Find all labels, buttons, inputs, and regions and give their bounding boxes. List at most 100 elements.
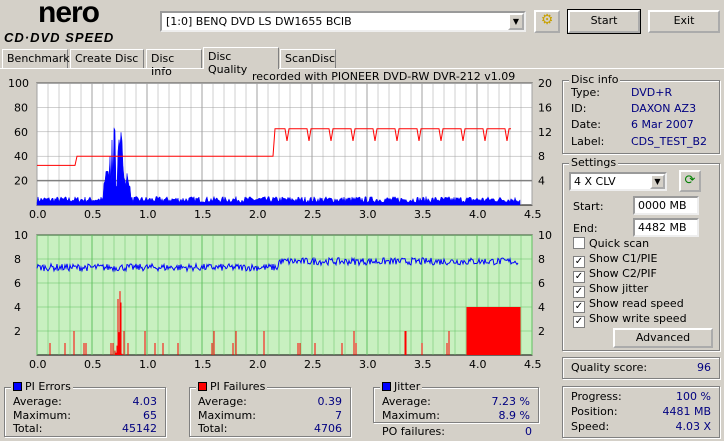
x-tick-label: 4.0 (469, 208, 487, 221)
tab-benchmark[interactable]: Benchmark (2, 49, 70, 68)
plot-area (36, 234, 533, 356)
quality-score-label: Quality score: (571, 361, 648, 374)
show-jitter-checkbox[interactable]: ✓ Show jitter (573, 282, 648, 298)
x-tick-label: 2.0 (249, 208, 267, 221)
y-tick-label: 6 (14, 277, 21, 290)
x-tick-label: 1.0 (139, 208, 157, 221)
cd-dvd-speed-logo: CD·DVD SPEED (4, 30, 115, 45)
x-tick-label: 2.0 (249, 358, 267, 370)
y-tick-label: 40 (14, 150, 28, 163)
y-tick-label: 2 (14, 325, 21, 338)
quick-scan-checkbox[interactable]: Quick scan (573, 237, 649, 250)
exit-button[interactable]: Exit (648, 10, 720, 33)
date-label: Date: (571, 118, 601, 131)
speed-select[interactable]: 4 X CLV ▼ (569, 172, 667, 191)
tab-disc-info[interactable]: Disc Info (146, 49, 202, 78)
type-label: Type: (571, 86, 600, 99)
tab-disc-quality[interactable]: Disc Quality (203, 47, 279, 76)
label-label: Label: (571, 135, 605, 148)
pi-failures-jitter-chart: 0.0 0.5 1.0 1.5 2.0 2.5 3.0 3.5 4.0 4.5 10 8 6 4 2 10 8 6… (14, 229, 552, 370)
settings-group: Settings 4 X CLV ▼ ⟳ Start: 0000 MB End: … (562, 156, 720, 351)
avg-value: 7.23 % (491, 395, 530, 408)
x-tick-label: 2.5 (304, 358, 322, 370)
checkbox-label: Show write speed (589, 312, 687, 325)
x-tick-label: 4.5 (524, 208, 542, 221)
x-tick-label: 1.5 (194, 358, 212, 370)
start-button[interactable]: Start (567, 9, 641, 34)
pi-errors-color-icon (13, 382, 22, 391)
max-label: Maximum: (198, 409, 256, 422)
drive-value: [1:0] BENQ DVD LS DW1655 BCIB (166, 15, 352, 28)
pi-failures-title: PI Failures (210, 380, 266, 393)
x-tick-label: 0.0 (29, 208, 47, 221)
checkbox-label: Quick scan (589, 237, 650, 250)
po-failures-value: 0 (525, 425, 532, 438)
jitter-color-icon (382, 382, 391, 391)
tab-scandisc[interactable]: ScanDisc (280, 49, 336, 68)
y2-tick-label: 8 (538, 150, 545, 163)
tab-create-disc[interactable]: Create Disc (70, 49, 144, 68)
x-tick-label: 4.5 (524, 358, 542, 370)
x-tick-label: 3.0 (359, 208, 377, 221)
y2-tick-label: 20 (538, 77, 552, 90)
gear-icon: ⚙ (540, 12, 554, 28)
checkbox-label: Show read speed (589, 297, 684, 310)
x-tick-label: 3.5 (414, 358, 432, 370)
tab-panel-border (0, 68, 724, 69)
chart-title: recorded with PIONEER DVD-RW DVR-212 v1.… (252, 70, 515, 83)
chevron-down-icon[interactable]: ▼ (508, 13, 524, 30)
max-value: 7 (335, 409, 342, 422)
disc-label-row: Label: CDS_TEST_B2 (571, 135, 711, 148)
end-label: End: (573, 222, 598, 235)
y-tick-label: 10 (14, 229, 28, 242)
progress-box: Progress: 100 % Position: 4481 MB Speed: 4.… (562, 386, 720, 438)
y2-tick-label: 4 (538, 175, 545, 188)
pi-failures-group: PI Failures Average: 0.39 Maximum: 7 Total… (189, 380, 351, 437)
refresh-button[interactable]: ⟳ (679, 170, 701, 192)
disc-date-row: Date: 6 Mar 2007 (571, 118, 711, 131)
end-input[interactable]: 4482 MB (633, 218, 699, 237)
progress-value: 100 % (676, 390, 711, 403)
show-write-speed-checkbox[interactable]: ✓ Show write speed (573, 312, 687, 328)
y-tick-label: 60 (14, 126, 28, 139)
avg-label: Average: (382, 395, 431, 408)
max-label: Maximum: (382, 409, 440, 422)
advanced-button[interactable]: Advanced (613, 328, 713, 348)
show-read-speed-checkbox[interactable]: ✓ Show read speed (573, 297, 684, 313)
jitter-title: Jitter (394, 380, 421, 393)
y2-tick-label: 2 (538, 325, 545, 338)
position-label: Position: (571, 405, 618, 418)
date-value: 6 Mar 2007 (631, 118, 694, 131)
y2-tick-label: 10 (538, 229, 552, 242)
x-tick-label: 0.5 (84, 358, 102, 370)
max-value: 8.9 % (498, 409, 530, 422)
id-value: DAXON AZ3 (631, 102, 697, 115)
x-tick-label: 0.0 (29, 358, 47, 370)
y2-tick-label: 4 (538, 301, 545, 314)
chevron-down-icon[interactable]: ▼ (650, 174, 665, 189)
max-value: 65 (143, 409, 157, 422)
type-value: DVD+R (631, 86, 673, 99)
settings-title: Settings (569, 156, 619, 169)
total-label: Total: (13, 422, 43, 435)
x-tick-label: 2.5 (304, 208, 322, 221)
avg-label: Average: (198, 395, 247, 408)
charts: recorded with PIONEER DVD-RW DVR-212 v1.… (8, 70, 552, 370)
x-tick-label: 3.0 (359, 358, 377, 370)
position-value: 4481 MB (662, 405, 711, 418)
show-c1-pie-checkbox[interactable]: ✓ Show C1/PIE (573, 252, 657, 268)
start-input[interactable]: 0000 MB (633, 196, 699, 215)
total-value: 4706 (314, 422, 342, 435)
x-tick-label: 3.5 (414, 208, 432, 221)
avg-value: 4.03 (132, 395, 158, 408)
show-c2-pif-checkbox[interactable]: ✓ Show C2/PIF (573, 267, 657, 283)
checkmark-icon: ✓ (573, 316, 585, 328)
x-tick-label: 0.5 (84, 208, 102, 221)
jitter-group: Jitter Average: 7.23 % Maximum: 8.9 % (373, 380, 539, 423)
y-tick-label: 4 (14, 301, 21, 314)
checkbox-label: Show jitter (589, 282, 649, 295)
drive-settings-button[interactable]: ⚙ (534, 10, 560, 33)
drive-select[interactable]: [1:0] BENQ DVD LS DW1655 BCIB ▼ (160, 11, 526, 32)
disc-type-row: Type: DVD+R (571, 86, 711, 99)
start-label: Start: (573, 200, 604, 213)
